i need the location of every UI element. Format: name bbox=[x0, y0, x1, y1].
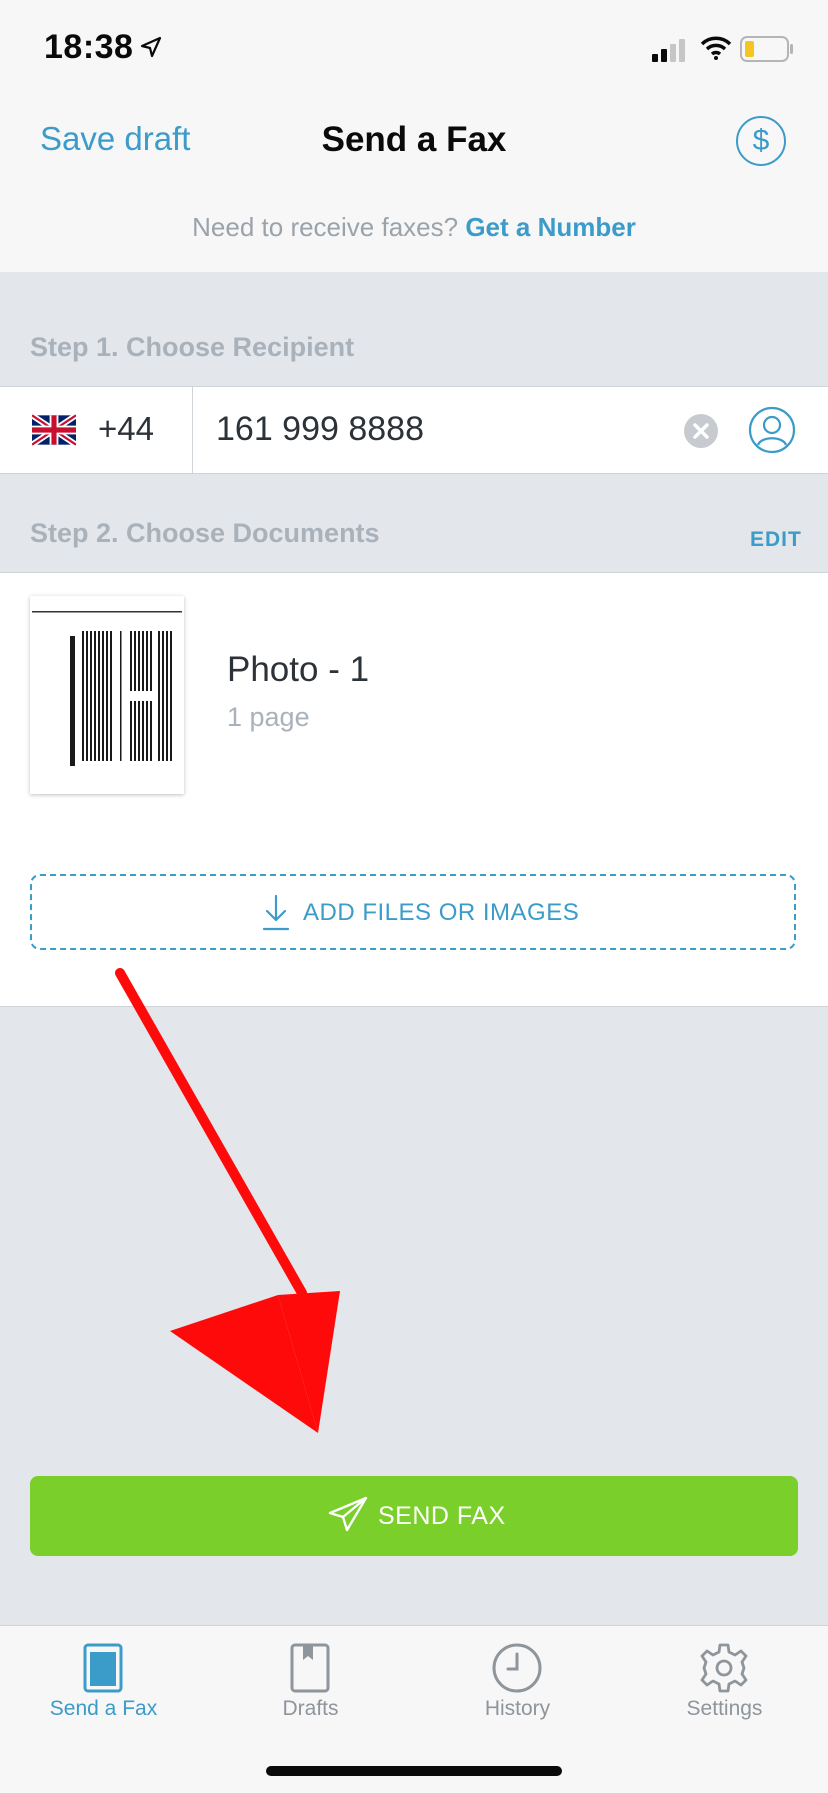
document-name: Photo - 1 bbox=[227, 650, 370, 689]
tab-label: Drafts bbox=[282, 1697, 339, 1720]
page-title: Send a Fax bbox=[321, 120, 507, 159]
country-code[interactable]: +44 bbox=[98, 410, 154, 448]
step1-title: Step 1. Choose Recipient bbox=[30, 332, 355, 362]
send-fax-icon bbox=[83, 1643, 123, 1693]
close-icon bbox=[693, 423, 709, 439]
document-page-count: 1 page bbox=[227, 702, 310, 732]
uk-flag-icon[interactable] bbox=[32, 414, 76, 446]
document-thumbnail bbox=[30, 596, 184, 794]
phone-number-input[interactable] bbox=[216, 406, 656, 452]
tab-history[interactable]: History bbox=[414, 1625, 621, 1765]
edit-documents-button[interactable]: EDIT bbox=[750, 528, 802, 552]
tab-label: Send a Fax bbox=[49, 1697, 158, 1720]
tab-settings[interactable]: Settings bbox=[621, 1625, 828, 1765]
home-indicator[interactable] bbox=[266, 1766, 562, 1776]
tab-send-a-fax[interactable]: Send a Fax bbox=[0, 1625, 207, 1765]
settings-icon bbox=[700, 1643, 748, 1693]
send-fax-label: SEND FAX bbox=[378, 1502, 506, 1530]
status-time: 18:38 bbox=[44, 28, 134, 66]
receive-faxes-promo: Need to receive faxes? Get a Number bbox=[0, 212, 828, 243]
history-icon bbox=[492, 1643, 542, 1693]
red-annotation-arrow bbox=[115, 968, 340, 1433]
download-icon bbox=[262, 894, 290, 931]
tab-label: History bbox=[484, 1697, 551, 1720]
add-files-label: ADD FILES OR IMAGES bbox=[303, 899, 580, 926]
get-a-number-link[interactable]: Get a Number bbox=[465, 212, 636, 242]
divider bbox=[192, 386, 193, 474]
clear-input-button[interactable] bbox=[684, 414, 718, 448]
cellular-signal-icon bbox=[652, 39, 685, 62]
contacts-icon[interactable] bbox=[748, 406, 796, 454]
battery-icon bbox=[740, 36, 793, 62]
step2-title: Step 2. Choose Documents bbox=[30, 518, 380, 548]
tab-label: Settings bbox=[686, 1697, 763, 1720]
paper-plane-icon bbox=[328, 1496, 368, 1532]
drafts-icon bbox=[290, 1643, 330, 1693]
tab-drafts[interactable]: Drafts bbox=[207, 1625, 414, 1765]
credits-button[interactable]: $ bbox=[736, 116, 786, 166]
wifi-icon bbox=[700, 36, 732, 60]
location-arrow-icon bbox=[140, 36, 162, 58]
promo-text: Need to receive faxes? bbox=[192, 212, 459, 242]
